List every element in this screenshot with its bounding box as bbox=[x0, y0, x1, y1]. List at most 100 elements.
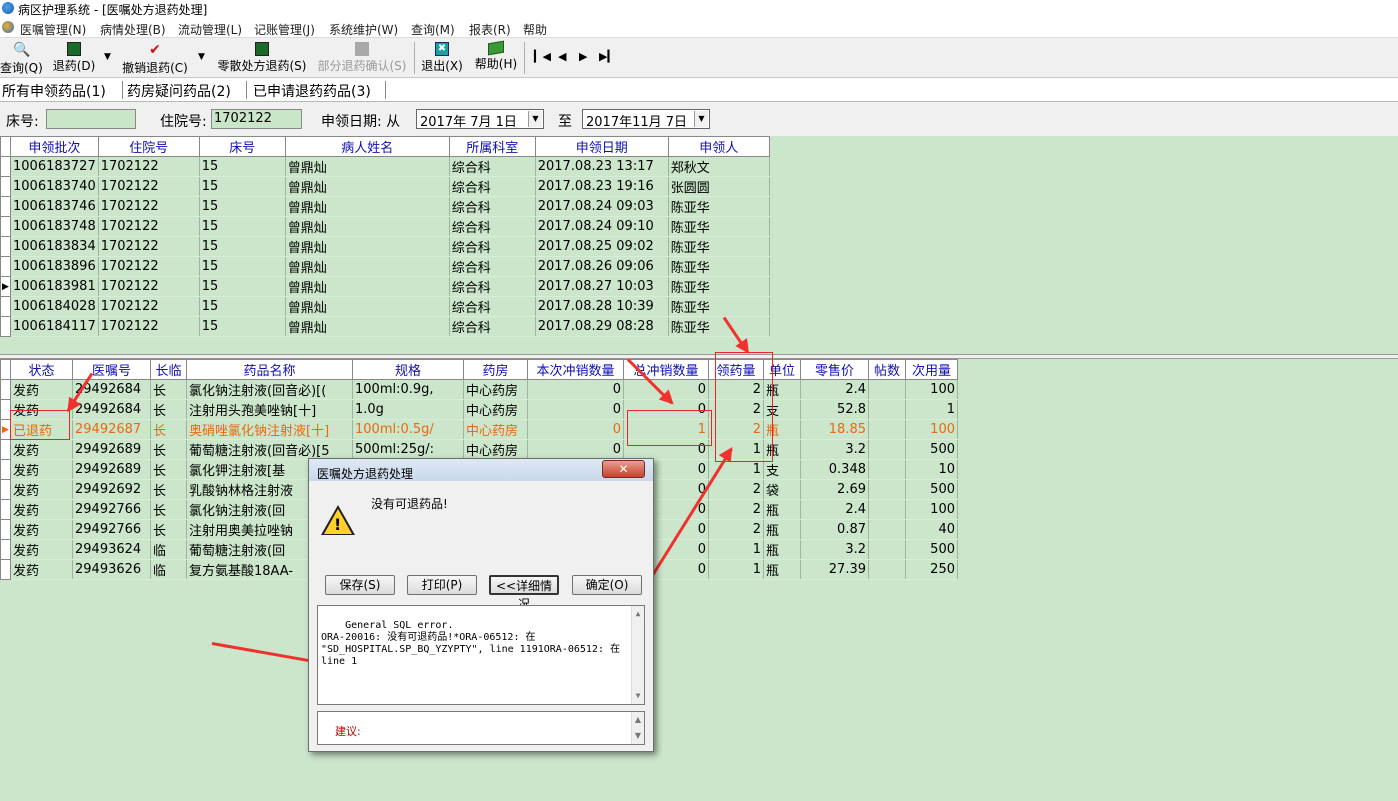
suggestion-text[interactable]: 建议: ▲ ▼ bbox=[317, 711, 645, 745]
close-icon[interactable]: ✕ bbox=[602, 460, 645, 478]
first-record-icon[interactable]: ▎◀ bbox=[534, 50, 551, 63]
cell-drug-name: 注射用头孢美唑钠[十] bbox=[186, 399, 353, 420]
cell-bed: 15 bbox=[199, 276, 286, 297]
checkmark-icon: ✔ bbox=[149, 42, 161, 58]
column-header-drug-name[interactable]: 药品名称 bbox=[186, 359, 353, 380]
column-header-department[interactable]: 所属科室 bbox=[448, 136, 536, 157]
row-indicator[interactable] bbox=[0, 176, 11, 197]
chevron-down-icon[interactable]: ▼ bbox=[694, 111, 708, 127]
column-header-pharmacy[interactable]: 药房 bbox=[463, 359, 528, 380]
menu-accounting[interactable]: 记账管理(J) bbox=[254, 21, 315, 38]
table-row[interactable]: 1006184117 1702122 15 曾鼎灿 综合科 2017.08.29 08:2… bbox=[0, 316, 770, 337]
row-indicator[interactable] bbox=[0, 316, 11, 337]
menu-help[interactable]: 帮助 bbox=[523, 21, 547, 38]
current-row-pointer-icon[interactable]: ▶ bbox=[0, 276, 11, 297]
return-dropdown-icon[interactable]: ▼ bbox=[104, 52, 111, 62]
current-row-pointer-icon[interactable]: ▶ bbox=[0, 419, 11, 440]
column-header-per-use[interactable]: 次用量 bbox=[905, 359, 958, 380]
menu-orders[interactable]: 医嘱管理(N) bbox=[20, 21, 86, 38]
partial-confirm-button[interactable]: 部分退药确认(S) bbox=[316, 40, 408, 76]
cell-requester: 陈亚华 bbox=[668, 216, 770, 237]
row-indicator[interactable] bbox=[0, 459, 11, 480]
menu-report[interactable]: 报表(R) bbox=[469, 21, 511, 38]
row-indicator[interactable] bbox=[0, 236, 11, 257]
next-record-icon[interactable]: ▶ bbox=[579, 50, 587, 63]
cell-inpatient-no: 1702122 bbox=[98, 236, 200, 257]
table-row[interactable]: 发药 29492689 长葡萄糖注射液(回音必)[5 500ml:25g/: 中心药房 0… bbox=[0, 439, 958, 460]
row-indicator[interactable] bbox=[0, 196, 11, 217]
column-header-order-no[interactable]: 医嘱号 bbox=[72, 359, 151, 380]
row-indicator[interactable] bbox=[0, 256, 11, 277]
query-button[interactable]: 🔍 查询(Q) bbox=[0, 40, 43, 76]
row-indicator[interactable] bbox=[0, 499, 11, 520]
date-label: 申领日期: 从 bbox=[321, 114, 401, 130]
table-row[interactable]: 1006183746 1702122 15 曾鼎灿 综合科 2017.08.24 09:0… bbox=[0, 196, 770, 217]
row-indicator[interactable] bbox=[0, 559, 11, 580]
last-record-icon[interactable]: ▶▎ bbox=[599, 50, 616, 63]
table-row[interactable]: 发药 29492684 长注射用头孢美唑钠[十] 1.0g 中心药房 0 0 2 支 52.8 1 bbox=[0, 399, 958, 420]
inpatient-input[interactable]: 1702122 bbox=[211, 109, 302, 129]
column-header-requester[interactable]: 申领人 bbox=[667, 136, 770, 157]
bed-input[interactable] bbox=[46, 109, 136, 129]
save-button[interactable]: 保存(S) bbox=[325, 575, 395, 595]
row-indicator[interactable] bbox=[0, 399, 11, 420]
mdi-icon[interactable] bbox=[2, 21, 14, 33]
date-to-select[interactable]: 2017年11月 7日 ▼ bbox=[582, 109, 710, 130]
column-header-spec[interactable]: 规格 bbox=[352, 359, 464, 380]
table-row[interactable]: ▶ 1006183981 1702122 15 曾鼎灿 综合科 2017.08.27 10:… bbox=[0, 276, 770, 297]
column-header-current-writeoff[interactable]: 本次冲销数量 bbox=[527, 359, 624, 380]
cancel-return-button[interactable]: ✔ 撤销退药(C) bbox=[122, 40, 188, 76]
table-row[interactable]: 1006183748 1702122 15 曾鼎灿 综合科 2017.08.24 09:1… bbox=[0, 216, 770, 237]
prev-record-icon[interactable]: ◀ bbox=[558, 50, 566, 63]
menu-query[interactable]: 查询(M) bbox=[411, 21, 455, 38]
table-row[interactable]: 发药 29492684 长氯化钠注射液(回音必)[(100ml:0.9g, 中心药房 0… bbox=[0, 379, 958, 400]
table-row[interactable]: ▶ 已退药 29492687 长奥硝唑氯化钠注射液[十] 100ml:0.5g/中心药房… bbox=[0, 419, 958, 440]
suggestion-scrollbar[interactable]: ▲ ▼ bbox=[631, 712, 644, 744]
menu-flow[interactable]: 流动管理(L) bbox=[178, 21, 242, 38]
cell-requester: 陈亚华 bbox=[668, 296, 770, 317]
error-scrollbar[interactable]: ▲ ▼ bbox=[631, 606, 644, 704]
print-button[interactable]: 打印(P) bbox=[407, 575, 477, 595]
table-row[interactable]: 1006184028 1702122 15 曾鼎灿 综合科 2017.08.28 10:3… bbox=[0, 296, 770, 317]
row-indicator[interactable] bbox=[0, 479, 11, 500]
column-header-status[interactable]: 状态 bbox=[10, 359, 73, 380]
row-indicator[interactable] bbox=[0, 439, 11, 460]
column-header-long-temp[interactable]: 长临 bbox=[150, 359, 187, 380]
cell-inpatient-no: 1702122 bbox=[98, 276, 200, 297]
tab-applied-returns[interactable]: 已申请退药药品(3) bbox=[253, 81, 371, 101]
row-indicator[interactable] bbox=[0, 216, 11, 237]
column-header-retail-price[interactable]: 零售价 bbox=[800, 359, 869, 380]
requisition-grid[interactable]: 申领批次 住院号 床号 病人姓名 所属科室 申领日期 申领人 1006183727 17021… bbox=[0, 136, 1398, 356]
loose-return-button[interactable]: 零散处方退药(S) bbox=[216, 40, 308, 76]
ok-button[interactable]: 确定(O) bbox=[572, 575, 642, 595]
chevron-down-icon[interactable]: ▼ bbox=[528, 111, 542, 127]
row-indicator[interactable] bbox=[0, 296, 11, 317]
column-header-inpatient-no[interactable]: 住院号 bbox=[97, 136, 200, 157]
cancel-return-dropdown-icon[interactable]: ▼ bbox=[198, 52, 205, 62]
tab-all-requested[interactable]: 所有申领药品(1) bbox=[2, 81, 106, 101]
column-header-patient-name[interactable]: 病人姓名 bbox=[284, 136, 450, 157]
help-button[interactable]: 帮助(H) bbox=[474, 40, 518, 76]
menu-system[interactable]: 系统维护(W) bbox=[329, 21, 398, 38]
exit-button[interactable]: ✖ 退出(X) bbox=[420, 40, 464, 76]
date-from-select[interactable]: 2017年 7月 1日 ▼ bbox=[416, 109, 544, 130]
error-detail-text[interactable]: General SQL error. ORA-20016: 没有可退药品!*OR… bbox=[317, 605, 645, 705]
details-button[interactable]: <<详细情况 bbox=[489, 575, 559, 611]
row-indicator[interactable] bbox=[0, 156, 11, 177]
table-row[interactable]: 1006183896 1702122 15 曾鼎灿 综合科 2017.08.26 09:0… bbox=[0, 256, 770, 277]
menu-condition[interactable]: 病情处理(B) bbox=[100, 21, 166, 38]
row-indicator[interactable] bbox=[0, 379, 11, 400]
table-row[interactable]: 1006183740 1702122 15 曾鼎灿 综合科 2017.08.23 19:1… bbox=[0, 176, 770, 197]
table-row[interactable]: 1006183727 1702122 15 曾鼎灿 综合科 2017.08.23 13:1… bbox=[0, 156, 770, 177]
table-row[interactable]: 1006183834 1702122 15 曾鼎灿 综合科 2017.08.25 09:0… bbox=[0, 236, 770, 257]
column-header-bed[interactable]: 床号 bbox=[198, 136, 286, 157]
column-header-batch[interactable]: 申领批次 bbox=[10, 136, 99, 157]
cell-request-date: 2017.08.28 10:39 bbox=[535, 296, 669, 317]
cell-order-no: 29493626 bbox=[72, 559, 151, 580]
row-indicator[interactable] bbox=[0, 519, 11, 540]
row-indicator[interactable] bbox=[0, 539, 11, 560]
column-header-doses[interactable]: 帖数 bbox=[868, 359, 906, 380]
return-button[interactable]: 退药(D) bbox=[52, 40, 96, 76]
column-header-request-date[interactable]: 申领日期 bbox=[534, 136, 669, 157]
tab-pharmacy-questions[interactable]: 药房疑问药品(2) bbox=[127, 81, 231, 101]
